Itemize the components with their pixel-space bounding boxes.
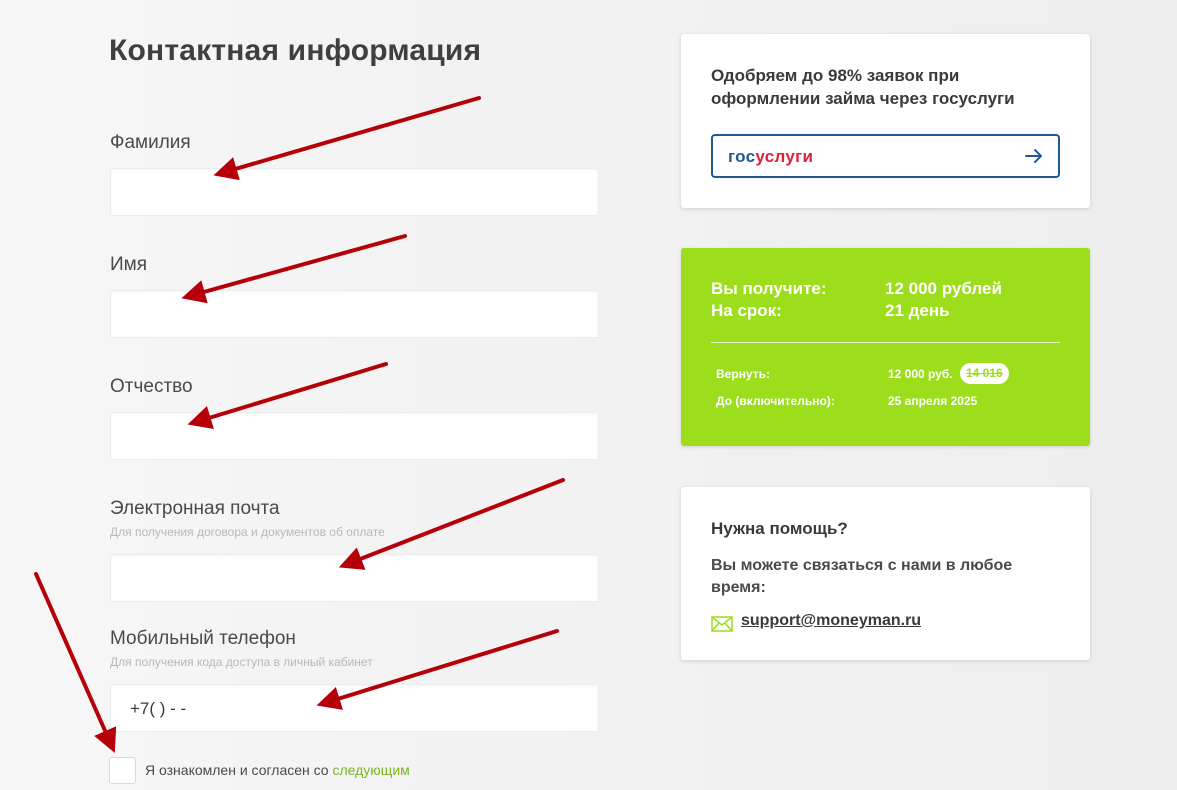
middle-name-label: Отчество (110, 376, 193, 397)
first-name-input[interactable] (110, 290, 599, 338)
email-hint: Для получения договора и документов об о… (110, 525, 385, 539)
receive-value: 12 000 рублей (885, 279, 1002, 298)
phone-hint: Для получения кода доступа в личный каби… (110, 655, 373, 669)
page-title: Контактная информация (109, 34, 482, 67)
term-label: На срок: (711, 301, 782, 320)
help-title: Нужна помощь? (711, 519, 848, 538)
arrow-firstname (181, 234, 407, 304)
return-value: 12 000 руб. (888, 367, 953, 381)
envelope-icon (711, 616, 733, 632)
term-value: 21 день (885, 301, 950, 320)
arrow-email (338, 478, 565, 570)
divider (711, 342, 1060, 343)
help-text: Вы можете связаться с нами в любое время… (711, 557, 1013, 596)
due-value: 25 апреля 2025 (888, 394, 978, 408)
last-name-input[interactable] (110, 168, 599, 216)
return-label: Вернуть: (716, 367, 770, 381)
phone-label: Мобильный телефон (110, 628, 296, 649)
middle-name-input[interactable] (110, 412, 599, 460)
agree-checkbox[interactable] (109, 757, 136, 784)
due-label: До (включительно): (716, 394, 835, 408)
support-email-link[interactable]: support@moneyman.ru (741, 612, 921, 630)
loan-summary-card: Вы получите: 12 000 рублей На срок: 21 д… (681, 248, 1090, 446)
agree-text: Я ознакомлен и согласен со следующим (145, 762, 410, 778)
help-card: Нужна помощь? Вы можете связаться с нами… (681, 487, 1090, 660)
phone-input[interactable]: +7( ) - - (110, 684, 599, 732)
gosuslugi-logo: госуслуги (728, 147, 814, 166)
last-name-label: Фамилия (110, 132, 191, 153)
first-name-label: Имя (110, 254, 148, 275)
gosuslugi-card: Одобряем до 98% заявок при оформлении за… (681, 34, 1090, 208)
old-amount-badge: 14 016 (960, 363, 1009, 384)
arrow-checkbox (34, 572, 117, 753)
agree-link[interactable]: следующим (332, 762, 409, 778)
arrow-right-icon (1025, 149, 1042, 163)
gosuslugi-text: Одобряем до 98% заявок при оформлении за… (711, 66, 1015, 108)
arrow-lastname (213, 96, 481, 181)
receive-label: Вы получите: (711, 279, 827, 298)
agree-label: Я ознакомлен и согласен со (145, 762, 329, 778)
gosuslugi-button[interactable]: госуслуги (711, 134, 1060, 178)
phone-value: +7( ) - - (130, 699, 187, 718)
email-label: Электронная почта (110, 498, 280, 519)
email-input[interactable] (110, 554, 599, 602)
